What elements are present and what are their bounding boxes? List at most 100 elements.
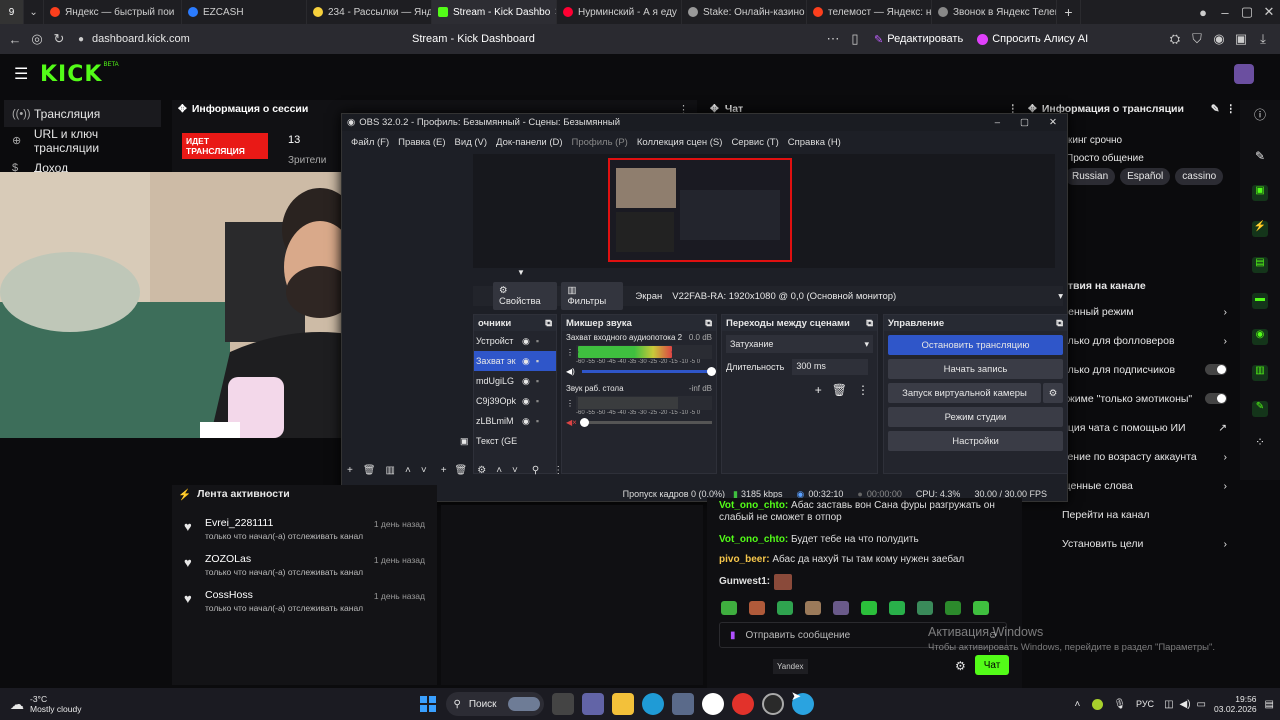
dock-undock-icon[interactable]: ⧉ [866, 318, 873, 329]
protect-icon[interactable]: ◎ [26, 28, 48, 50]
edge-icon[interactable] [641, 693, 664, 715]
network-icon[interactable]: ◫ [1164, 699, 1173, 710]
source-item[interactable]: C9j39Opk ◉ ▪ [474, 391, 556, 411]
emote-icon[interactable] [917, 601, 933, 615]
close-icon[interactable]: ✕ [1049, 117, 1057, 128]
volume-icon[interactable]: ◀) [566, 367, 578, 376]
obs-preview[interactable] [473, 154, 1055, 268]
mic-icon[interactable]: ▮ [730, 630, 736, 641]
emote-icon[interactable] [749, 601, 765, 615]
task-view-icon[interactable] [551, 693, 574, 715]
emote-icon[interactable] [777, 601, 793, 615]
weather-widget[interactable]: ☁ -3°C Mostly cloudy [10, 694, 82, 714]
preview-source-frame[interactable] [608, 158, 792, 262]
shield-icon[interactable]: ⛉ [1186, 28, 1208, 50]
screen-select[interactable]: V22FAB-RA: 1920x1080 @ 0,0 (Основной мон… [672, 291, 1063, 302]
new-tab-button[interactable]: + [1057, 0, 1081, 24]
emote-icon[interactable] [889, 601, 905, 615]
trash-icon[interactable]: 🗑 [455, 465, 468, 476]
obs-icon[interactable] [761, 693, 784, 715]
obs-menu-docks[interactable]: Док-панели (D) [496, 137, 562, 148]
browser-tab[interactable]: Звонок в Яндекс Телем [932, 0, 1057, 24]
obs-menu-help[interactable]: Справка (H) [788, 137, 841, 148]
emote-icon[interactable] [945, 601, 961, 615]
add-icon[interactable]: + [347, 465, 353, 476]
source-item[interactable]: Устройст ◉ ▪ [474, 331, 556, 351]
extension-icon[interactable]: ◉ [1208, 28, 1230, 50]
maximize-icon[interactable]: ▢ [1020, 117, 1029, 128]
minimize-icon[interactable]: – [1214, 1, 1236, 23]
avatar[interactable] [1234, 64, 1254, 84]
move-up-icon[interactable]: ˄ [496, 465, 502, 476]
clock[interactable]: 19:56 03.02.2026 [1214, 694, 1257, 714]
emote-icon[interactable] [861, 601, 877, 615]
duration-input[interactable]: 300 ms [792, 359, 869, 375]
menu-dots-icon[interactable]: ⋮ [553, 465, 563, 476]
obs-menu-scenes[interactable]: Коллекция сцен (S) [637, 137, 723, 148]
browser-tab-active[interactable]: Stream - Kick Dashbo✕ [432, 0, 557, 24]
link-icon[interactable]: ⚲ [532, 465, 539, 476]
dock-undock-icon[interactable]: ⧉ [545, 318, 552, 329]
emote-icon[interactable] [721, 601, 737, 615]
minimize-icon[interactable]: – [995, 117, 1000, 128]
menu-icon[interactable]: ☰ [14, 64, 40, 84]
source-item[interactable]: zLBLmiM ◉ ▪ [474, 411, 556, 431]
taskbar-search[interactable]: ⚲ Поиск [445, 692, 544, 716]
transition-select[interactable]: Затухание ▾ [726, 335, 873, 353]
browser-tab[interactable]: 234 - Рассылки — Яндек [307, 0, 432, 24]
start-record-button[interactable]: Начать запись [888, 359, 1063, 379]
obs-menu-edit[interactable]: Правка (E) [398, 137, 445, 148]
browser-tab[interactable]: Яндекс — быстрый пои [44, 0, 182, 24]
eye-icon[interactable]: ◉ [522, 356, 530, 367]
green-tool-icon[interactable]: ✎ [1252, 401, 1268, 417]
source-item[interactable]: Текст (GE ▣ [460, 431, 556, 451]
teams-icon[interactable] [581, 693, 604, 715]
kick-logo[interactable]: KICK BETA [40, 62, 119, 87]
url-field[interactable]: dashboard.kick.com [92, 33, 412, 45]
toggle-switch[interactable] [1205, 364, 1227, 375]
emote-icon[interactable] [805, 601, 821, 615]
obs-menu-view[interactable]: Вид (V) [455, 137, 488, 148]
edit-button[interactable]: ✎ Редактировать [874, 33, 963, 46]
tab-counter[interactable]: 9 [0, 0, 24, 24]
green-tool-icon[interactable]: ▣ [1252, 185, 1268, 201]
file-explorer-icon[interactable] [611, 693, 634, 715]
volume-slider[interactable] [582, 367, 716, 376]
close-window-icon[interactable]: ✕ [1258, 1, 1280, 23]
download-icon[interactable]: ⤓ [1252, 28, 1274, 50]
more-icon[interactable]: ⋯ [822, 28, 844, 50]
browser-tab[interactable]: EZCASH [182, 0, 307, 24]
obs-menu-file[interactable]: Файл (F) [351, 137, 389, 148]
add-icon[interactable]: + [815, 383, 822, 397]
extension-icon[interactable]: ⛭ [1164, 28, 1186, 50]
edit-icon[interactable]: ✎ [1211, 103, 1220, 115]
bookmark-icon[interactable]: ▯ [844, 28, 866, 50]
source-item-selected[interactable]: Захват эк ◉ ▪ [474, 351, 556, 371]
filters-button[interactable]: ▥ Фильтры [561, 282, 624, 310]
menu-dots-icon[interactable]: ⋮ [566, 399, 576, 408]
muted-icon[interactable]: ◀× [566, 418, 578, 427]
language-indicator[interactable]: РУС [1136, 699, 1154, 709]
obs-menu-profile[interactable]: Профиль (P) [572, 137, 628, 148]
go-to-channel-link[interactable]: Перейти на канал [1062, 500, 1237, 529]
trash-icon[interactable]: 🗑 [832, 383, 847, 397]
collapse-arrow-icon[interactable]: ▼ [517, 268, 525, 277]
lock-icon[interactable]: ▪ [536, 356, 539, 366]
browser-tab[interactable]: Нурминский - А я еду [557, 0, 682, 24]
info-icon[interactable]: ⓘ [1254, 106, 1266, 123]
drag-handle-icon[interactable]: ✥ [178, 103, 187, 115]
setting-row[interactable]: чение по возрасту аккаунта › [1062, 442, 1237, 471]
tray-chevron-icon[interactable]: ˄ [1074, 699, 1080, 710]
dock-undock-icon[interactable]: ⧉ [1056, 318, 1063, 329]
emote-icon[interactable] [833, 601, 849, 615]
trash-icon[interactable]: 🗑 [363, 465, 376, 476]
setting-row[interactable]: ленный режим › [1062, 297, 1237, 326]
eye-icon[interactable]: ◉ [522, 396, 530, 407]
eye-icon[interactable]: ◉ [522, 376, 530, 387]
green-tool-icon[interactable]: ◉ [1252, 329, 1268, 345]
maximize-icon[interactable]: ▢ [1236, 1, 1258, 23]
menu-dots-icon[interactable]: ⋮ [857, 383, 869, 397]
pencil-icon[interactable]: ✎ [1255, 149, 1265, 163]
obs-menu-tools[interactable]: Сервис (T) [731, 137, 778, 148]
browser-tab[interactable]: Stake: Онлайн-казино и [682, 0, 807, 24]
